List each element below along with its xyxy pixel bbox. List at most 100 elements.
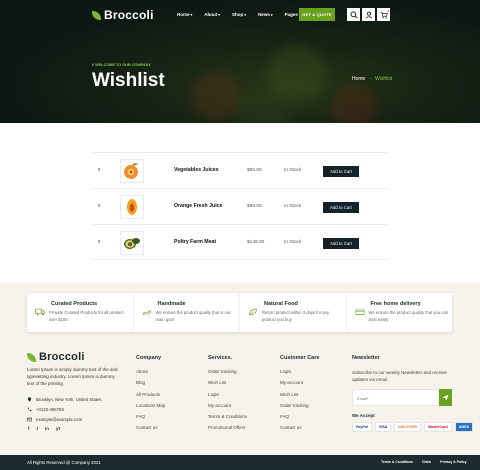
- remove-item-button[interactable]: x: [98, 203, 101, 209]
- footer-brand-name: Broccoli: [39, 351, 85, 363]
- chevron-down-icon: ▾: [270, 12, 273, 17]
- twitter-icon[interactable]: t: [37, 426, 39, 431]
- copyright-bar: All Rights Reserved @ Company 2021 Terms…: [0, 455, 480, 470]
- cart-button[interactable]: 0: [377, 8, 390, 21]
- linkedin-icon[interactable]: in: [45, 426, 49, 431]
- paypal-logo: PayPal: [352, 422, 372, 432]
- phone-text: +0123-456789: [36, 406, 64, 412]
- youtube-icon[interactable]: yt: [56, 426, 60, 431]
- footer-link[interactable]: Wish List: [280, 392, 319, 403]
- top-navigation: Broccoli Home▾ About▾ Shop▾ News▾ Pages▾…: [0, 0, 480, 30]
- get-a-quote-button[interactable]: GET A QUOTE: [299, 8, 335, 21]
- table-row: x Orange Fresh Juice $89.00 In Stock Add…: [92, 188, 388, 224]
- footer-link[interactable]: Locations Map: [136, 403, 165, 414]
- remove-item-button[interactable]: x: [98, 239, 101, 245]
- breadcrumb-current: Wishlist: [375, 76, 393, 82]
- chevron-down-icon: ▾: [190, 12, 193, 17]
- product-name[interactable]: Orange Fresh Juice: [174, 203, 222, 209]
- stock-status: In Stock: [284, 204, 302, 209]
- remove-item-button[interactable]: x: [98, 167, 101, 173]
- product-price: $85.00: [247, 168, 262, 173]
- footer-link[interactable]: Order tracking: [280, 403, 319, 414]
- footer-link[interactable]: Terms & Conditions: [208, 414, 247, 425]
- footer-column-newsletter: Newsletter Subscribe to our weekly Newsl…: [352, 355, 447, 383]
- address-line: Brooklyn, New York, United States: [27, 394, 101, 404]
- phone-line[interactable]: +0123-456789: [27, 404, 101, 414]
- footer-link[interactable]: My account: [280, 380, 319, 391]
- footer-column-title: Customer Care: [280, 355, 320, 361]
- claim-link[interactable]: Claim: [422, 460, 431, 464]
- feature-item: Handmade We ensure the product quality t…: [134, 293, 240, 332]
- footer-link[interactable]: Wish List: [208, 380, 247, 391]
- account-button[interactable]: [362, 8, 375, 21]
- peach-icon: [124, 163, 138, 179]
- footer-link[interactable]: All Products: [136, 392, 165, 403]
- product-thumbnail[interactable]: [120, 231, 144, 255]
- page-hero: Broccoli Home▾ About▾ Shop▾ News▾ Pages▾…: [0, 0, 480, 123]
- product-name[interactable]: Poltry Farm Meat: [174, 239, 216, 245]
- add-to-cart-button[interactable]: Add to Cart: [323, 202, 359, 213]
- footer-link[interactable]: FAQ: [136, 414, 165, 425]
- nav-item-news[interactable]: News ▾: [258, 12, 273, 17]
- add-to-cart-button[interactable]: Add to Cart: [323, 238, 359, 249]
- footer-link[interactable]: Promotional Offers: [208, 425, 247, 436]
- product-thumbnail[interactable]: [120, 159, 144, 183]
- newsletter-submit-button[interactable]: [439, 389, 452, 406]
- breadcrumb-home[interactable]: Home: [352, 76, 365, 82]
- footer-link[interactable]: About: [136, 369, 165, 380]
- brand-name: Broccoli: [104, 8, 154, 22]
- product-price: $89.00: [247, 204, 262, 209]
- footer-about-text: Lorem Ipsum is simply dummy text of the …: [27, 367, 118, 386]
- footer-column-company: Company About Blog All Products Location…: [136, 355, 165, 437]
- delivery-icon: [355, 309, 364, 315]
- privacy-link[interactable]: Privacy & Policy: [440, 460, 466, 464]
- feature-description: We ensure the product quality that is ou…: [155, 310, 231, 322]
- footer-link[interactable]: FAQ: [280, 414, 319, 425]
- product-price: $149.00: [247, 240, 265, 245]
- visa-logo: VISA: [374, 422, 392, 432]
- terms-link[interactable]: Terms & Conditions: [381, 460, 413, 464]
- email-text: example@example.com: [36, 416, 83, 422]
- table-row: x Vegetables Juices $85.00 In Stock Add …: [92, 152, 388, 188]
- cart-icon: [380, 11, 388, 18]
- feature-item: Curated Products Provide Curated Product…: [27, 293, 134, 332]
- newsletter-email-input[interactable]: [357, 396, 437, 401]
- add-to-cart-button[interactable]: Add to Cart: [323, 166, 359, 177]
- search-button[interactable]: [347, 8, 360, 21]
- footer-link[interactable]: Order tracking: [208, 369, 247, 380]
- nav-item-home[interactable]: Home ▾: [177, 12, 192, 17]
- footer-link[interactable]: Login: [280, 369, 319, 380]
- hand-icon: [141, 310, 151, 315]
- footer-link[interactable]: Blog: [136, 380, 165, 391]
- facebook-icon[interactable]: f: [28, 426, 30, 431]
- product-name[interactable]: Vegetables Juices: [174, 167, 219, 173]
- page-title: Wishlist: [92, 70, 165, 91]
- send-icon: [442, 394, 449, 401]
- footer-column-customer-care: Customer Care Login My account Wish List…: [280, 355, 319, 437]
- copyright-text: All Rights Reserved @ Company 2021: [27, 460, 101, 465]
- feature-title: Natural Food: [264, 301, 298, 307]
- feature-title: Handmade: [157, 301, 186, 307]
- chevron-down-icon: ▾: [244, 12, 247, 17]
- nav-item-about[interactable]: About ▾: [204, 12, 220, 17]
- phone-icon: [27, 407, 32, 411]
- product-thumbnail[interactable]: [120, 195, 144, 219]
- email-line[interactable]: example@example.com: [27, 414, 101, 424]
- newsletter-text: Subscribe to our weekly Newsletter and r…: [352, 370, 447, 382]
- footer-link[interactable]: Contact us: [136, 425, 165, 436]
- location-pin-icon: [27, 396, 32, 402]
- footer-link[interactable]: Login: [208, 392, 247, 403]
- footer-link[interactable]: My account: [208, 403, 247, 414]
- feature-item: Natural Food Return product within 3 day…: [240, 293, 347, 332]
- footer-column-title: Newsletter: [352, 355, 380, 361]
- footer-column-title: Company: [136, 355, 162, 361]
- brand-logo[interactable]: Broccoli: [92, 8, 154, 22]
- footer-link[interactable]: Contact us: [280, 425, 319, 436]
- cart-count-badge: 0: [387, 9, 389, 13]
- footer-logo[interactable]: Broccoli: [27, 351, 85, 363]
- footer-column-services: Services. Order tracking Wish List Login…: [208, 355, 247, 437]
- nav-item-shop[interactable]: Shop ▾: [232, 12, 246, 17]
- stock-status: In Stock: [284, 240, 302, 245]
- hero-kicker: // WELCOME TO OUR COMPANY: [92, 63, 151, 67]
- table-row: x Poltry Farm Meat $149.00 In Stock Add …: [92, 224, 388, 260]
